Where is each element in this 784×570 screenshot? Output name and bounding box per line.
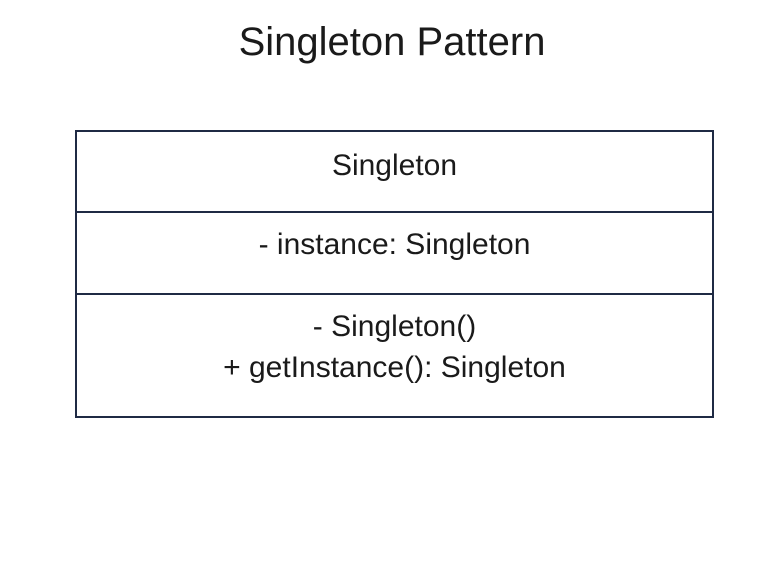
uml-class-box: Singleton - instance: Singleton - Single… (75, 130, 714, 418)
uml-operation: + getInstance(): Singleton (87, 348, 702, 389)
uml-attribute: - instance: Singleton (87, 225, 702, 266)
uml-attributes-compartment: - instance: Singleton (77, 211, 712, 294)
uml-class-name-compartment: Singleton (77, 132, 712, 211)
diagram-title: Singleton Pattern (0, 20, 784, 65)
uml-operation: - Singleton() (87, 307, 702, 348)
uml-operations-compartment: - Singleton() + getInstance(): Singleton (77, 293, 712, 416)
uml-class-name: Singleton (87, 146, 702, 187)
